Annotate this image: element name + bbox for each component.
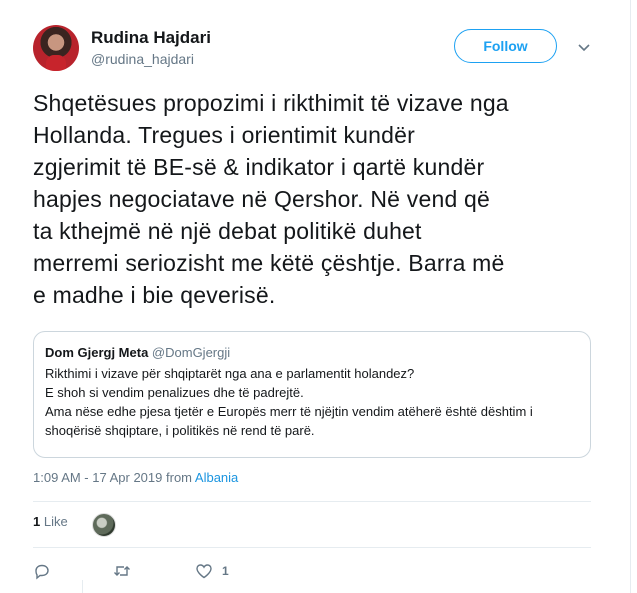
tweet-header: Rudina Hajdari @rudina_hajdari Follow	[33, 24, 597, 76]
tweet-line: Hollanda. Tregues i orientimit kundër	[33, 122, 415, 148]
follow-button[interactable]: Follow	[454, 29, 557, 63]
quoted-line: shoqërisë shqiptare, i politikës në rend…	[45, 423, 315, 438]
quoted-author-handle: @DomGjergji	[151, 345, 231, 360]
like-count: 1	[33, 514, 41, 529]
divider	[33, 501, 591, 502]
tweet-line: e madhe i bie qeverisë.	[33, 282, 276, 308]
timestamp[interactable]: 1:09 AM - 17 Apr 2019	[33, 470, 162, 485]
like-button[interactable]: 1	[195, 562, 229, 580]
tweet-line: zgjerimit të BE-së & indikator i qartë k…	[33, 154, 485, 180]
location-link[interactable]: Albania	[195, 470, 238, 485]
tweet-meta: 1:09 AM - 17 Apr 2019 from Albania	[33, 470, 238, 485]
quoted-line: Ama nëse edhe pjesa tjetër e Europës mer…	[45, 404, 533, 419]
quoted-header: Dom Gjergj Meta @DomGjergji	[45, 344, 579, 361]
tweet-line: hapjes negociatave në Qershor. Në vend q…	[33, 186, 491, 212]
author-handle[interactable]: @rudina_hajdari	[91, 51, 194, 67]
reply-button[interactable]	[33, 562, 51, 580]
liker-avatar[interactable]	[92, 513, 116, 537]
chevron-down-icon[interactable]	[575, 38, 593, 56]
like-stats[interactable]: 1 Like	[33, 514, 68, 529]
reply-icon	[35, 564, 49, 580]
tweet-line: Shqetësues propozimi i rikthimit të viza…	[33, 90, 509, 116]
tweet-text: Shqetësues propozimi i rikthimit të viza…	[33, 87, 598, 311]
quoted-tweet[interactable]: Dom Gjergj Meta @DomGjergji Rikthimi i v…	[33, 331, 591, 458]
quoted-line: E shoh si vendim penalizues dhe të padre…	[45, 385, 304, 400]
author-avatar[interactable]	[33, 25, 79, 71]
retweet-icon	[114, 566, 130, 576]
heart-icon	[196, 564, 212, 579]
divider	[33, 547, 591, 548]
quoted-author-name: Dom Gjergj Meta	[45, 345, 149, 360]
from-label: from	[166, 470, 192, 485]
quoted-text: Rikthimi i vizave për shqiptarët nga ana…	[45, 364, 579, 440]
author-name[interactable]: Rudina Hajdari	[91, 28, 211, 48]
like-label: Like	[43, 514, 68, 529]
action-separator	[82, 580, 91, 593]
quoted-line: Rikthimi i vizave për shqiptarët nga ana…	[45, 366, 415, 381]
like-action-count: 1	[222, 564, 229, 578]
panel-border	[630, 0, 631, 593]
retweet-button[interactable]	[113, 562, 131, 580]
tweet-line: ta kthejmë në një debat politikë duhet	[33, 218, 422, 244]
tweet-line: merremi seriozisht me këtë çështje. Barr…	[33, 250, 505, 276]
